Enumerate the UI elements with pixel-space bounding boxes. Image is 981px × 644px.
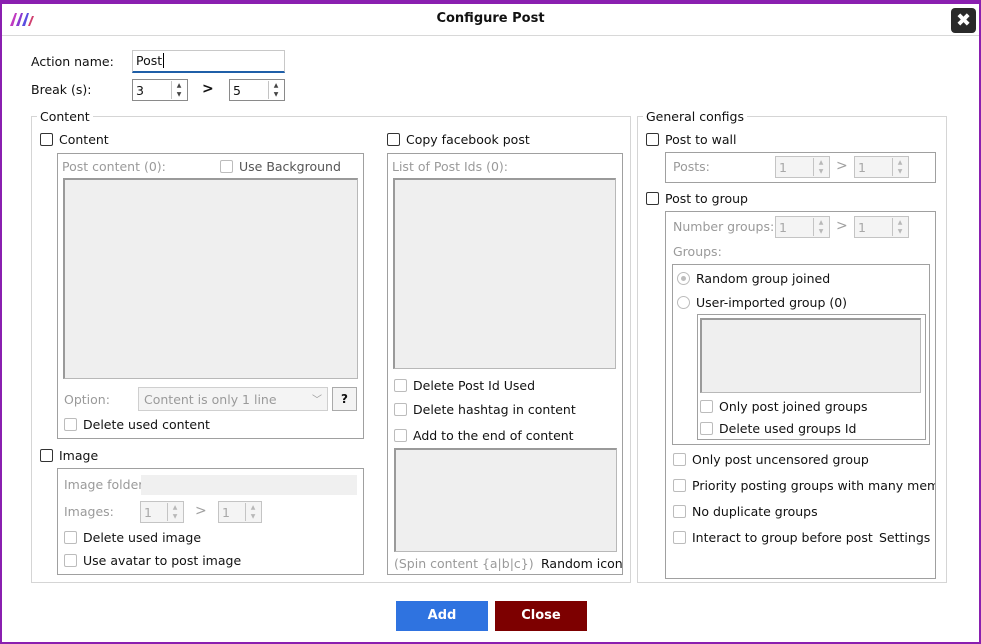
image-checkbox-label: Image (59, 448, 99, 463)
images-range-separator: > (195, 503, 207, 519)
append-content-textarea[interactable] (394, 448, 617, 552)
delete-used-image-label: Delete used image (83, 530, 202, 545)
option-select[interactable]: Content is only 1 line ﹀ (138, 387, 328, 411)
use-avatar-checkbox[interactable] (64, 554, 77, 567)
random-icon-link[interactable]: Random icon (541, 556, 623, 571)
add-button[interactable]: Add (396, 601, 488, 631)
post-to-wall-label: Post to wall (665, 132, 737, 147)
groups-label: Groups: (673, 244, 722, 259)
delete-used-content-checkbox[interactable] (64, 418, 77, 431)
delete-hashtag-label: Delete hashtag in content (413, 402, 576, 417)
user-imported-groups-textarea[interactable] (700, 318, 921, 393)
stepper-arrows-icon[interactable]: ▲ ▼ (171, 81, 186, 99)
stepper-arrows-icon[interactable]: ▲ ▼ (892, 158, 907, 176)
only-post-joined-label: Only post joined groups (719, 399, 868, 414)
add-to-end-label: Add to the end of content (413, 428, 574, 443)
post-content-textarea[interactable] (63, 178, 358, 379)
action-name-label: Action name: (31, 54, 114, 69)
priority-posting-label: Priority posting groups with many member (692, 478, 935, 493)
spin-content-hint: (Spin content {a|b|c}) (394, 556, 534, 571)
break-label: Break (s): (31, 82, 92, 97)
posts-range-separator: > (836, 158, 848, 174)
list-post-ids-label: List of Post Ids (0): (392, 159, 508, 174)
copy-facebook-post-checkbox[interactable] (387, 133, 400, 146)
user-imported-group-radio[interactable] (677, 296, 690, 309)
content-checkbox-label: Content (59, 132, 109, 147)
interact-before-label: Interact to group before post (692, 530, 873, 545)
post-to-wall-checkbox[interactable] (646, 133, 659, 146)
break-max-stepper[interactable]: 5 ▲ ▼ (229, 79, 285, 101)
action-name-input[interactable]: Post (132, 50, 285, 73)
window-title: Configure Post (436, 11, 545, 26)
delete-used-groups-label: Delete used groups Id (719, 421, 857, 436)
action-name-value: Post (136, 53, 163, 68)
stepper-arrows-icon[interactable]: ▲ ▼ (167, 503, 182, 521)
delete-used-content-label: Delete used content (83, 417, 210, 432)
use-avatar-label: Use avatar to post image (83, 553, 242, 568)
break-min-value: 3 (136, 83, 144, 98)
images-min-stepper[interactable]: 1 ▲ ▼ (140, 501, 184, 523)
help-button[interactable]: ? (332, 387, 357, 411)
chevron-down-icon: ﹀ (312, 395, 322, 406)
posts-min-value: 1 (779, 160, 787, 175)
images-max-value: 1 (222, 505, 230, 520)
posts-label: Posts: (673, 159, 710, 174)
delete-post-id-used-checkbox[interactable] (394, 379, 407, 392)
posts-min-stepper[interactable]: 1 ▲ ▼ (775, 156, 830, 178)
groups-max-stepper[interactable]: 1 ▲ ▼ (854, 216, 909, 238)
groups-min-stepper[interactable]: 1 ▲ ▼ (775, 216, 830, 238)
break-range-separator: > (202, 81, 214, 97)
stepper-arrows-icon[interactable]: ▲ ▼ (268, 81, 283, 99)
content-group-title: Content (37, 109, 93, 124)
posts-max-stepper[interactable]: 1 ▲ ▼ (854, 156, 909, 178)
post-to-group-checkbox[interactable] (646, 192, 659, 205)
use-background-label: Use Background (239, 159, 341, 174)
image-checkbox[interactable] (40, 449, 53, 462)
content-checkbox[interactable] (40, 133, 53, 146)
post-content-label: Post content (0): (62, 159, 166, 174)
only-uncensored-checkbox[interactable] (673, 453, 686, 466)
break-min-stepper[interactable]: 3 ▲ ▼ (132, 79, 188, 101)
priority-posting-checkbox[interactable] (673, 479, 686, 492)
stepper-arrows-icon[interactable]: ▲ ▼ (892, 218, 907, 236)
stepper-arrows-icon[interactable]: ▲ ▼ (245, 503, 260, 521)
delete-used-image-checkbox[interactable] (64, 531, 77, 544)
copy-facebook-post-label: Copy facebook post (406, 132, 530, 147)
title-bar: Configure Post ✖ (0, 0, 981, 36)
delete-post-id-used-label: Delete Post Id Used (413, 378, 536, 393)
option-label: Option: (64, 392, 110, 407)
images-min-value: 1 (144, 505, 152, 520)
no-duplicate-label: No duplicate groups (692, 504, 818, 519)
delete-used-groups-checkbox[interactable] (700, 422, 713, 435)
close-button[interactable]: Close (495, 601, 587, 631)
add-to-end-checkbox[interactable] (394, 429, 407, 442)
random-group-joined-radio[interactable] (677, 272, 690, 285)
images-max-stepper[interactable]: 1 ▲ ▼ (218, 501, 262, 523)
stepper-arrows-icon[interactable]: ▲ ▼ (813, 218, 828, 236)
settings-link[interactable]: Settings (879, 530, 930, 545)
use-background-checkbox[interactable] (220, 160, 233, 173)
break-max-value: 5 (233, 83, 241, 98)
post-ids-textarea[interactable] (393, 178, 616, 369)
user-imported-group-label: User-imported group (0) (696, 295, 848, 310)
image-folder-input[interactable] (141, 475, 357, 495)
groups-min-value: 1 (779, 220, 787, 235)
no-duplicate-checkbox[interactable] (673, 505, 686, 518)
number-groups-label: Number groups: (673, 219, 775, 234)
stepper-arrows-icon[interactable]: ▲ ▼ (813, 158, 828, 176)
random-group-joined-label: Random group joined (696, 271, 831, 286)
image-folder-label: Image folder: (64, 477, 148, 492)
only-uncensored-label: Only post uncensored group (692, 452, 869, 467)
images-label: Images: (64, 504, 114, 519)
groups-max-value: 1 (858, 220, 866, 235)
posts-max-value: 1 (858, 160, 866, 175)
groups-range-separator: > (836, 218, 848, 234)
delete-hashtag-checkbox[interactable] (394, 403, 407, 416)
option-select-value: Content is only 1 line (144, 392, 277, 407)
post-to-group-label: Post to group (665, 191, 748, 206)
window-close-button[interactable]: ✖ (951, 8, 976, 33)
general-configs-title: General configs (643, 109, 747, 124)
only-post-joined-checkbox[interactable] (700, 400, 713, 413)
interact-before-checkbox[interactable] (673, 531, 686, 544)
